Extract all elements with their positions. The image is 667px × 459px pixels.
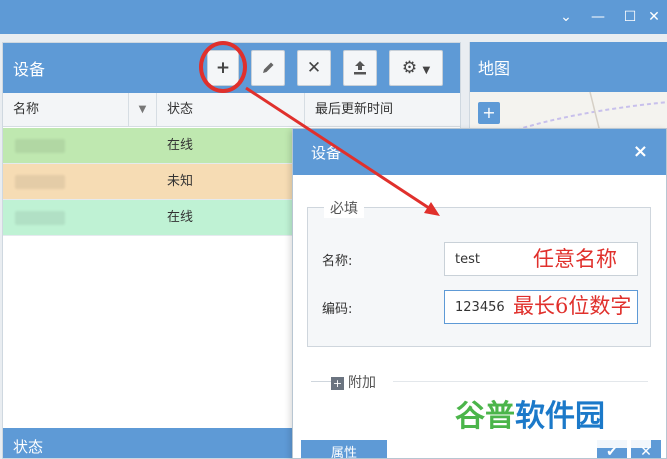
sort-caret-icon[interactable]: ▼ — [129, 93, 157, 127]
close-window-icon[interactable]: ✕ — [644, 7, 664, 27]
window-titlebar: ⌄ — ☐ ✕ — [0, 0, 667, 34]
map-panel-header: 地图 — [470, 42, 667, 92]
expand-plus-icon: + — [331, 377, 344, 390]
chevron-down-icon[interactable]: ⌄ — [556, 7, 576, 27]
close-icon[interactable]: × — [633, 141, 648, 162]
dialog-header: 设备 × — [293, 129, 666, 175]
column-name[interactable]: 名称 — [3, 93, 129, 127]
annotation-circle — [199, 41, 247, 93]
map-panel-title: 地图 — [478, 59, 511, 78]
upload-icon — [352, 58, 368, 78]
divider — [311, 381, 333, 382]
pencil-icon — [260, 58, 276, 78]
dialog-title: 设备 — [311, 144, 342, 162]
required-fieldset: 必填 名称: 编码: — [307, 198, 651, 347]
table-row[interactable]: 在线 — [3, 200, 303, 236]
device-name-blurred — [15, 139, 65, 153]
code-hint-annotation: 最长6位数字 — [513, 294, 632, 318]
table-row[interactable]: 未知 — [3, 164, 303, 200]
required-legend: 必填 — [324, 198, 364, 218]
delete-device-button[interactable]: ✕ — [297, 50, 331, 86]
state-panel-title: 状态 — [13, 438, 44, 456]
minimize-icon[interactable]: — — [588, 7, 608, 27]
column-last-updated[interactable]: 最后更新时间 — [305, 93, 460, 127]
device-name-blurred — [15, 175, 65, 189]
table-header: 名称 ▼ 状态 最后更新时间 — [3, 93, 460, 127]
extra-section-toggle[interactable]: + 附加 — [331, 372, 376, 392]
map-zoom-in-button[interactable]: + — [478, 102, 500, 124]
caret-down-icon: ▼ — [422, 65, 431, 76]
devices-panel-title: 设备 — [13, 60, 46, 79]
name-label: 名称: — [322, 254, 353, 269]
properties-button[interactable]: 属性 — [301, 440, 387, 458]
gear-icon: ⚙ — [401, 58, 418, 78]
watermark-text: 谷普软件园 — [455, 399, 605, 434]
maximize-icon[interactable]: ☐ — [620, 7, 640, 27]
edit-device-button[interactable] — [251, 50, 285, 86]
code-label: 编码: — [322, 302, 353, 317]
settings-dropdown-button[interactable]: ⚙ ▼ — [389, 50, 443, 86]
device-status: 在线 — [167, 210, 194, 225]
device-name-blurred — [15, 211, 65, 225]
device-status: 未知 — [167, 174, 194, 189]
device-status: 在线 — [167, 138, 194, 153]
x-icon: ✕ — [306, 58, 322, 78]
name-hint-annotation: 任意名称 — [533, 247, 617, 271]
upload-button[interactable] — [343, 50, 377, 86]
column-status[interactable]: 状态 — [157, 93, 305, 127]
extra-label: 附加 — [348, 375, 376, 391]
watermark-logo: 谷普软件园 — [455, 386, 651, 448]
divider — [393, 381, 648, 382]
table-row[interactable]: 在线 — [3, 128, 303, 164]
